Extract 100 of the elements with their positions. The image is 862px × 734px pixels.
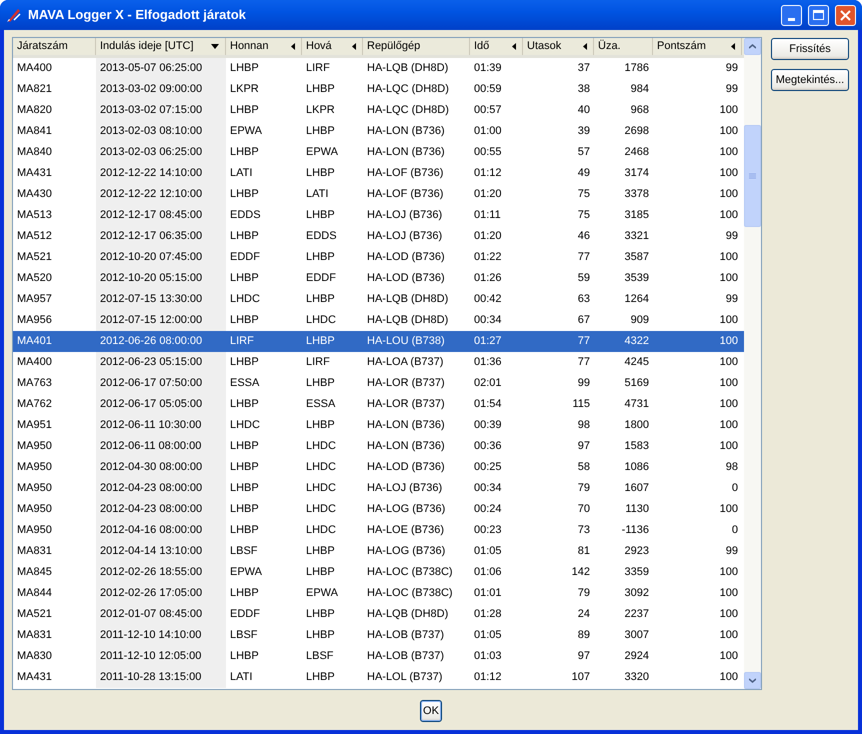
table-row[interactable]: MA950 2012-04-23 08:00:00 LHBP LHDC HA-LOJ (B736) 00:34 79 1607 0	[13, 478, 744, 499]
table-cell-text: 100	[718, 208, 739, 224]
table-cell-text: LHBP	[229, 523, 260, 538]
table-cell-text: LHBP	[305, 418, 336, 434]
table-cell-text: ESSA	[229, 376, 260, 392]
table-cell-text: MA521	[16, 250, 53, 266]
column-header[interactable]: Repülőgép	[363, 38, 470, 55]
table-cell-text: 4245	[624, 355, 650, 370]
table-cell: 2012-06-11 08:00:00	[96, 436, 226, 457]
table-cell-text: 1264	[624, 292, 650, 308]
table-cell-text: LHBP	[229, 229, 260, 244]
table-cell-text: LHBP	[305, 166, 336, 182]
table-cell-text: 57	[576, 145, 591, 160]
close-button[interactable]	[835, 4, 856, 26]
table-cell-text: HA-LOJ (B736)	[366, 229, 444, 244]
table-cell-text: LHBP	[305, 565, 336, 580]
table-cell-text: LHBP	[229, 187, 260, 202]
table-cell-text: LHBP	[305, 670, 336, 686]
table-cell: 2012-04-30 08:00:00	[96, 457, 226, 478]
table-cell-text: LATI	[229, 670, 254, 686]
table-cell-text: 01:28	[473, 607, 503, 622]
table-row[interactable]: MA521 2012-01-07 08:45:00 EDDF LHBP HA-LQB (DH8D) 01:28 24 2237 100	[13, 604, 744, 625]
table-cell-text: 77	[576, 250, 591, 266]
table-cell-text: 01:06	[473, 565, 503, 580]
column-header[interactable]: Utasok	[523, 38, 594, 55]
table-row[interactable]: MA831 2011-12-10 14:10:00 LBSF LHBP HA-LOB (B737) 01:05 89 3007 100	[13, 625, 744, 646]
table-cell-text: 73	[576, 523, 591, 538]
column-header[interactable]: Idő	[470, 38, 523, 55]
scroll-down-button[interactable]	[744, 672, 761, 689]
column-header[interactable]: Pontszám	[653, 38, 742, 55]
column-header[interactable]: Járatszám	[13, 38, 96, 55]
column-header[interactable]: Indulás ideje [UTC]	[96, 38, 226, 55]
table-row[interactable]: MA431 2012-12-22 14:10:00 LATI LHBP HA-LOF (B736) 01:12 49 3174 100	[13, 163, 744, 184]
table-cell-text: HA-LOG (B736)	[366, 502, 446, 518]
table-row[interactable]: MA521 2012-10-20 07:45:00 EDDF LHBP HA-LOD (B736) 01:22 77 3587 100	[13, 247, 744, 268]
table-cell-text: MA957	[16, 292, 53, 308]
table-row[interactable]: MA956 2012-07-15 12:00:00 LHBP LHDC HA-LQB (DH8D) 00:34 67 909 100	[13, 310, 744, 331]
table-row[interactable]: MA950 2012-04-30 08:00:00 LHBP LHDC HA-LOD (B736) 00:25 58 1086 98	[13, 457, 744, 478]
table-row[interactable]: MA821 2013-03-02 09:00:00 LKPR LHBP HA-LQC (DH8D) 00:59 38 984 99	[13, 79, 744, 100]
table-cell: 2012-12-17 08:45:00	[96, 205, 226, 226]
table-cell-text: 77	[576, 355, 591, 370]
table-row[interactable]: MA950 2012-04-16 08:00:00 LHBP LHDC HA-LOE (B736) 00:23 73 -1136 0	[13, 520, 744, 541]
column-header[interactable]: Honnan	[226, 38, 302, 55]
column-header[interactable]: Üza.	[594, 38, 653, 55]
maximize-button[interactable]	[808, 4, 829, 26]
table-cell-text: 01:39	[473, 61, 503, 76]
table-row[interactable]: MA950 2012-06-11 08:00:00 LHBP LHDC HA-LON (B736) 00:36 97 1583 100	[13, 436, 744, 457]
table-cell-text: 49	[576, 166, 591, 182]
scrollbar[interactable]	[744, 38, 761, 689]
table-cell-text: MA431	[16, 166, 53, 182]
table-row[interactable]: MA951 2012-06-11 10:30:00 LHDC LHBP HA-LON (B736) 00:39 98 1800 100	[13, 415, 744, 436]
table-cell-text: ESSA	[305, 397, 336, 412]
table-cell-text: 01:27	[473, 334, 503, 350]
table-cell-text: HA-LQC (DH8D)	[366, 103, 450, 118]
table-cell-text: 79	[576, 586, 591, 602]
table-row[interactable]: MA431 2011-10-28 13:15:00 LATI LHBP HA-LOL (B737) 01:12 107 3320 100	[13, 667, 744, 688]
scroll-thumb[interactable]	[744, 125, 761, 227]
table-cell-text: MA521	[16, 607, 53, 622]
table-row[interactable]: MA957 2012-07-15 13:30:00 LHDC LHBP HA-LQB (DH8D) 00:42 63 1264 99	[13, 289, 744, 310]
table-row[interactable]: MA763 2012-06-17 07:50:00 ESSA LHBP HA-LOR (B737) 02:01 99 5169 100	[13, 373, 744, 394]
table-cell-text: 2237	[624, 607, 650, 622]
table-cell-text: HA-LON (B736)	[366, 418, 446, 434]
table-row[interactable]: MA520 2012-10-20 05:15:00 LHBP EDDF HA-LOD (B736) 01:26 59 3539 100	[13, 268, 744, 289]
table-row[interactable]: MA840 2013-02-03 06:25:00 LHBP EPWA HA-LON (B736) 00:55 57 2468 100	[13, 142, 744, 163]
table-cell: 2013-02-03 06:25:00	[96, 142, 226, 163]
table-cell-text: 100	[718, 649, 739, 664]
table-row[interactable]: MA400 2013-05-07 06:25:00 LHBP LIRF HA-LQB (DH8D) 01:39 37 1786 99	[13, 58, 744, 79]
table-row[interactable]: MA401 2012-06-26 08:00:00 LIRF LHBP HA-LOU (B738) 01:27 77 4322 100	[13, 331, 744, 352]
table-cell-text: 100	[718, 439, 739, 454]
table-cell-text: 00:59	[473, 82, 503, 98]
table-row[interactable]: MA831 2012-04-14 13:10:00 LBSF LHBP HA-LOG (B736) 01:05 81 2923 99	[13, 541, 744, 562]
table-cell-text: HA-LQB (DH8D)	[366, 292, 450, 308]
table-row[interactable]: MA512 2012-12-17 06:35:00 LHBP EDDS HA-LOJ (B736) 01:20 46 3321 99	[13, 226, 744, 247]
table-row[interactable]: MA762 2012-06-17 05:05:00 LHBP ESSA HA-LOR (B737) 01:54 115 4731 100	[13, 394, 744, 415]
table-row[interactable]: MA841 2013-02-03 08:10:00 EPWA LHBP HA-LON (B736) 01:00 39 2698 100	[13, 121, 744, 142]
table-row[interactable]: MA830 2011-12-10 12:05:00 LHBP LBSF HA-LOB (B737) 01:03 97 2924 100	[13, 646, 744, 667]
scroll-up-button[interactable]	[744, 38, 761, 55]
table-cell-text: HA-LON (B736)	[366, 124, 446, 140]
pen-icon	[6, 7, 22, 23]
table-cell-text: 100	[718, 586, 739, 602]
table-row[interactable]: MA513 2012-12-17 08:45:00 EDDS LHBP HA-LOJ (B736) 01:11 75 3185 100	[13, 205, 744, 226]
table-row[interactable]: MA844 2012-02-26 17:05:00 LHBP EPWA HA-LOC (B738C) 01:01 79 3092 100	[13, 583, 744, 604]
table-row[interactable]: MA400 2012-06-23 05:15:00 LHBP LIRF HA-LOA (B737) 01:36 77 4245 100	[13, 352, 744, 373]
table-cell-text: EDDF	[229, 607, 261, 622]
table-cell-text: LIRF	[305, 61, 331, 76]
table-cell-text: 100	[718, 607, 739, 622]
table-cell-text: HA-LOR (B737)	[366, 376, 446, 392]
table-cell-text: HA-LOF (B736)	[366, 187, 444, 202]
table-cell: 2012-10-20 05:15:00	[96, 268, 226, 289]
column-header[interactable]: Hová	[302, 38, 363, 55]
table-row[interactable]: MA820 2013-03-02 07:15:00 LHBP LKPR HA-LQC (DH8D) 00:57 40 968 100	[13, 100, 744, 121]
table-row[interactable]: MA950 2012-04-23 08:00:00 LHBP LHDC HA-LOG (B736) 00:24 70 1130 100	[13, 499, 744, 520]
table-cell-text: 01:03	[473, 649, 503, 664]
dialog-button[interactable]: Frissítés	[771, 38, 849, 60]
ok-button[interactable]: OK	[420, 700, 442, 722]
table-row[interactable]: MA430 2012-12-22 12:10:00 LHBP LATI HA-LOF (B736) 01:20 75 3378 100	[13, 184, 744, 205]
minimize-button[interactable]	[781, 4, 802, 26]
table-cell-text: LHDC	[229, 418, 261, 434]
dialog-button[interactable]: Megtekintés...	[771, 69, 849, 91]
table-row[interactable]: MA845 2012-02-26 18:55:00 EPWA LHBP HA-LOC (B738C) 01:06 142 3359 100	[13, 562, 744, 583]
